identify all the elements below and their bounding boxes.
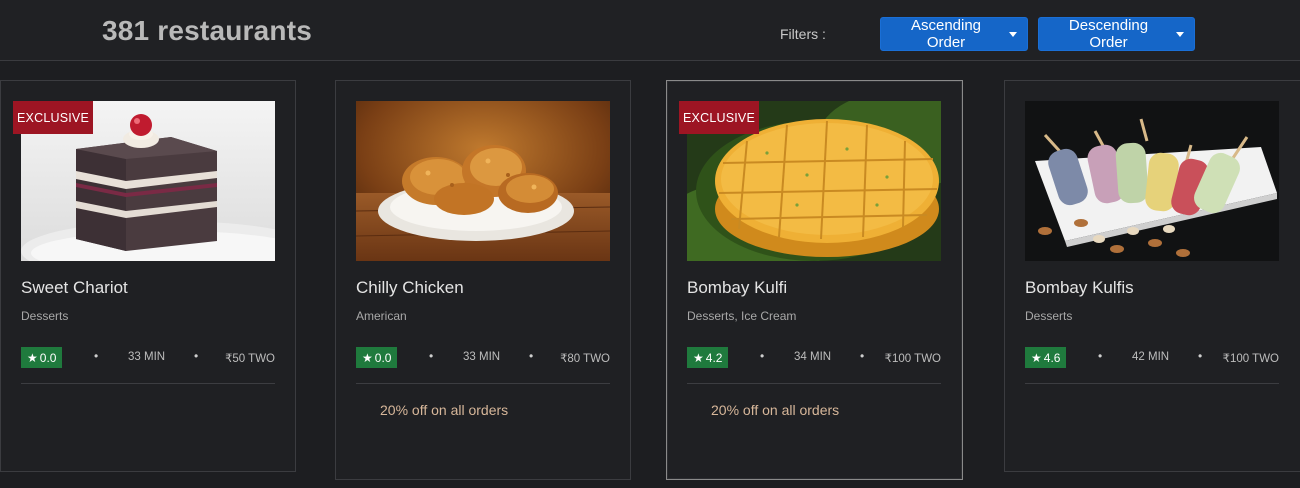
restaurant-name[interactable]: Bombay Kulfi — [687, 278, 787, 298]
caret-down-icon — [1176, 31, 1184, 37]
offer-text: 20% off on all orders — [711, 402, 840, 418]
price-for-two: ₹100 TWO — [884, 353, 941, 365]
cuisine-text: American — [356, 309, 407, 323]
restaurant-name[interactable]: Chilly Chicken — [356, 278, 464, 298]
filters-label: Filters : — [780, 26, 826, 42]
cuisine-text: Desserts, Ice Cream — [687, 309, 797, 323]
restaurant-name[interactable]: Sweet Chariot — [21, 278, 128, 298]
separator-dot: • — [860, 349, 865, 363]
delivery-time: 34 MIN — [794, 351, 832, 363]
rating-badge: ★ 0.0 — [21, 347, 63, 368]
rating-badge: ★ 4.2 — [687, 347, 729, 368]
rating-badge: ★ 0.0 — [356, 347, 398, 368]
caret-down-icon — [1009, 31, 1017, 37]
price-for-two: ₹50 TWO — [225, 353, 275, 365]
cuisine-text: Desserts — [21, 309, 69, 323]
separator-dot: • — [429, 349, 434, 363]
card-divider — [687, 383, 941, 384]
star-icon: ★ — [362, 350, 373, 365]
rating-value: 4.6 — [1043, 350, 1061, 365]
restaurant-count-title: 381 restaurants — [102, 15, 313, 46]
restaurant-card[interactable]: Chilly Chicken American ★ 0.0 • 33 MIN •… — [335, 80, 631, 480]
rating-value: 0.0 — [39, 350, 57, 365]
restaurant-card[interactable]: EXCLUSIVE Bombay Kulfi Desserts, Ice Cre… — [666, 80, 963, 480]
card-divider — [356, 383, 610, 384]
descending-order-label: Descending Order — [1068, 17, 1149, 51]
rating-value: 0.0 — [374, 350, 392, 365]
separator-dot: • — [529, 349, 534, 363]
star-icon: ★ — [1031, 350, 1042, 365]
descending-order-dropdown[interactable]: Descending Order — [1038, 17, 1195, 51]
top-bar: 381 restaurants Filters : Ascending Orde… — [0, 0, 1300, 61]
offer-text: 20% off on all orders — [380, 402, 509, 418]
separator-dot: • — [760, 349, 765, 363]
fried-chicken-image — [356, 101, 610, 261]
delivery-time: 33 MIN — [128, 351, 166, 363]
restaurant-meta: ★ 0.0 • 33 MIN • ₹50 TWO — [21, 347, 275, 368]
restaurant-card[interactable]: Bombay Kulfis Desserts ★ 4.6 • 42 MIN • … — [1004, 80, 1300, 472]
delivery-time: 33 MIN — [463, 351, 501, 363]
card-divider — [1025, 383, 1279, 384]
separator-dot: • — [1198, 349, 1203, 363]
restaurant-image[interactable] — [1025, 101, 1279, 261]
restaurant-image[interactable] — [356, 101, 610, 261]
restaurant-name[interactable]: Bombay Kulfis — [1025, 278, 1134, 298]
star-icon: ★ — [693, 350, 704, 365]
restaurant-meta: ★ 4.2 • 34 MIN • ₹100 TWO — [687, 347, 941, 368]
separator-dot: • — [194, 349, 199, 363]
rating-value: 4.2 — [705, 350, 723, 365]
price-for-two: ₹100 TWO — [1222, 353, 1279, 365]
price-for-two: ₹80 TWO — [560, 353, 610, 365]
separator-dot: • — [1098, 349, 1103, 363]
exclusive-badge: EXCLUSIVE — [679, 101, 759, 134]
ascending-order-label: Ascending Order — [910, 17, 982, 51]
restaurant-card[interactable]: EXCLUSIVE Sweet Chariot Desserts ★ 0.0 •… — [0, 80, 296, 472]
exclusive-badge: EXCLUSIVE — [13, 101, 93, 134]
separator-dot: • — [94, 349, 99, 363]
cuisine-text: Desserts — [1025, 309, 1073, 323]
card-divider — [21, 383, 275, 384]
star-icon: ★ — [27, 350, 38, 365]
ascending-order-dropdown[interactable]: Ascending Order — [880, 17, 1028, 51]
restaurant-meta: ★ 0.0 • 33 MIN • ₹80 TWO — [356, 347, 610, 368]
rating-badge: ★ 4.6 — [1025, 347, 1067, 368]
delivery-time: 42 MIN — [1132, 351, 1170, 363]
kulfi-popsicles-image — [1025, 101, 1279, 261]
restaurant-meta: ★ 4.6 • 42 MIN • ₹100 TWO — [1025, 347, 1279, 368]
